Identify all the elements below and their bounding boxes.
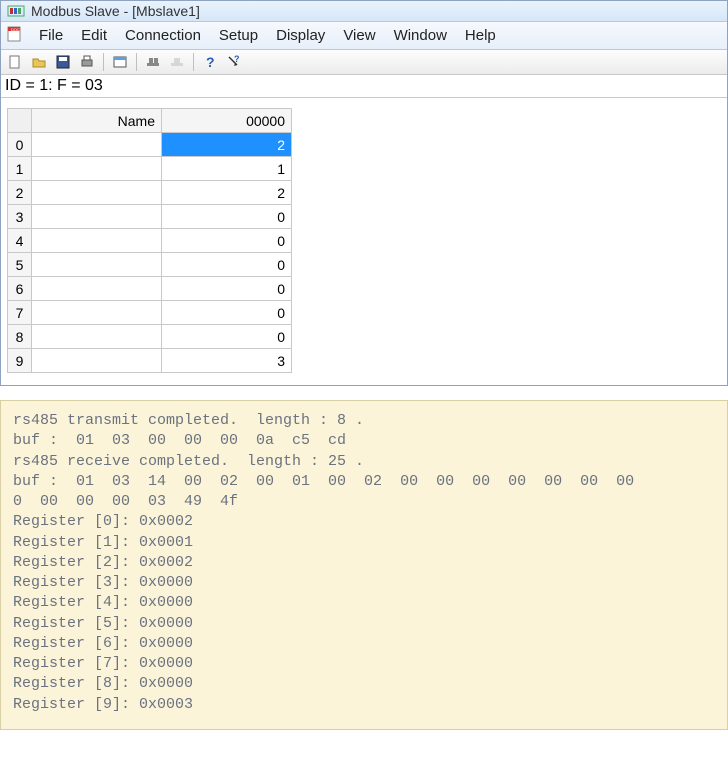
svg-text:DOC: DOC xyxy=(11,27,20,32)
table-row[interactable]: 02 xyxy=(8,133,292,157)
column-header-name[interactable]: Name xyxy=(32,109,162,133)
grid-area: Name 00000 02112230405060708093 xyxy=(1,98,727,385)
info-line: ID = 1: F = 03 xyxy=(1,75,727,98)
svg-text:?: ? xyxy=(206,54,215,70)
toolbar-separator xyxy=(136,53,137,71)
table-row[interactable]: 22 xyxy=(8,181,292,205)
cell-value[interactable]: 0 xyxy=(162,301,292,325)
disconnect-icon[interactable] xyxy=(167,52,187,72)
menubar: DOC File Edit Connection Setup Display V… xyxy=(1,22,727,50)
connect-icon[interactable] xyxy=(143,52,163,72)
window-icon[interactable] xyxy=(110,52,130,72)
menu-window[interactable]: Window xyxy=(386,25,455,46)
register-table[interactable]: Name 00000 02112230405060708093 xyxy=(7,108,292,373)
row-header[interactable]: 1 xyxy=(8,157,32,181)
svg-text:?: ? xyxy=(234,54,240,64)
row-header[interactable]: 2 xyxy=(8,181,32,205)
cell-value[interactable]: 0 xyxy=(162,253,292,277)
table-row[interactable]: 50 xyxy=(8,253,292,277)
app-window: Modbus Slave - [Mbslave1] DOC File Edit … xyxy=(0,0,728,386)
column-header-value[interactable]: 00000 xyxy=(162,109,292,133)
menu-display[interactable]: Display xyxy=(268,25,333,46)
table-row[interactable]: 70 xyxy=(8,301,292,325)
save-icon[interactable] xyxy=(53,52,73,72)
row-header[interactable]: 0 xyxy=(8,133,32,157)
open-icon[interactable] xyxy=(29,52,49,72)
cell-value[interactable]: 0 xyxy=(162,325,292,349)
cell-name[interactable] xyxy=(32,253,162,277)
cell-value[interactable]: 1 xyxy=(162,157,292,181)
window-title: Modbus Slave - [Mbslave1] xyxy=(31,3,200,19)
cell-value[interactable]: 0 xyxy=(162,229,292,253)
cell-value[interactable]: 2 xyxy=(162,181,292,205)
titlebar: Modbus Slave - [Mbslave1] xyxy=(1,1,727,22)
row-header[interactable]: 8 xyxy=(8,325,32,349)
row-header[interactable]: 3 xyxy=(8,205,32,229)
table-row[interactable]: 40 xyxy=(8,229,292,253)
context-help-icon[interactable]: ? xyxy=(224,52,244,72)
new-icon[interactable] xyxy=(5,52,25,72)
print-icon[interactable] xyxy=(77,52,97,72)
cell-name[interactable] xyxy=(32,157,162,181)
row-header[interactable]: 5 xyxy=(8,253,32,277)
toolbar-separator xyxy=(193,53,194,71)
menu-file[interactable]: File xyxy=(31,25,71,46)
table-row[interactable]: 93 xyxy=(8,349,292,373)
cell-value[interactable]: 0 xyxy=(162,277,292,301)
table-row[interactable]: 11 xyxy=(8,157,292,181)
cell-name[interactable] xyxy=(32,325,162,349)
row-header[interactable]: 6 xyxy=(8,277,32,301)
row-header[interactable]: 4 xyxy=(8,229,32,253)
table-row[interactable]: 60 xyxy=(8,277,292,301)
cell-name[interactable] xyxy=(32,181,162,205)
menu-connection[interactable]: Connection xyxy=(117,25,209,46)
row-header[interactable]: 9 xyxy=(8,349,32,373)
table-row[interactable]: 30 xyxy=(8,205,292,229)
table-row[interactable]: 80 xyxy=(8,325,292,349)
cell-value[interactable]: 3 xyxy=(162,349,292,373)
row-header[interactable]: 7 xyxy=(8,301,32,325)
help-icon[interactable]: ? xyxy=(200,52,220,72)
menu-view[interactable]: View xyxy=(335,25,383,46)
cell-name[interactable] xyxy=(32,349,162,373)
cell-name[interactable] xyxy=(32,133,162,157)
cell-name[interactable] xyxy=(32,277,162,301)
cell-value[interactable]: 2 xyxy=(162,133,292,157)
menu-edit[interactable]: Edit xyxy=(73,25,115,46)
menu-setup[interactable]: Setup xyxy=(211,25,266,46)
toolbar-separator xyxy=(103,53,104,71)
cell-name[interactable] xyxy=(32,229,162,253)
app-icon xyxy=(7,3,25,19)
console-output: rs485 transmit completed. length : 8 . b… xyxy=(0,400,728,730)
cell-value[interactable]: 0 xyxy=(162,205,292,229)
document-icon: DOC xyxy=(5,25,25,43)
table-corner xyxy=(8,109,32,133)
toolbar: ? ? xyxy=(1,50,727,75)
menu-help[interactable]: Help xyxy=(457,25,504,46)
cell-name[interactable] xyxy=(32,301,162,325)
cell-name[interactable] xyxy=(32,205,162,229)
